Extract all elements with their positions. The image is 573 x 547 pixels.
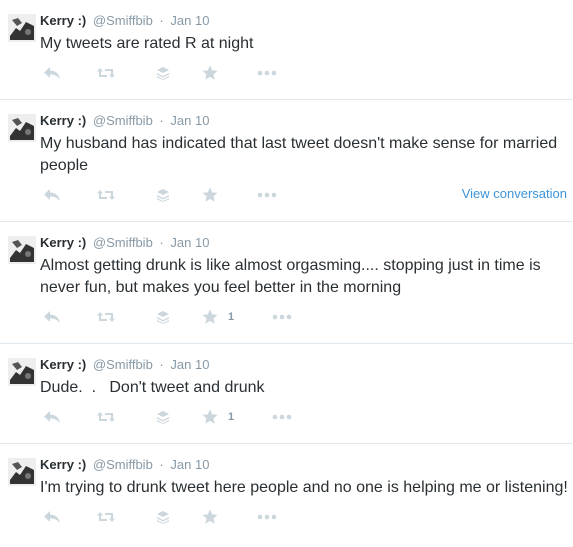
more-dots-icon[interactable] [257, 508, 277, 526]
avatar-photo [8, 114, 36, 142]
favorite-count: 1 [228, 311, 235, 323]
tweet-header: Kerry :) @Smiffbib · Jan 10 [40, 456, 209, 474]
tweet[interactable]: Kerry :) @Smiffbib · Jan 10 Dude. . Don'… [0, 344, 573, 444]
fullname[interactable]: Kerry :) [40, 13, 86, 28]
tweet[interactable]: Kerry :) @Smiffbib · Jan 10 My husband h… [0, 100, 573, 222]
reply-icon[interactable] [43, 186, 61, 204]
tweet-text: My tweets are rated R at night [40, 35, 254, 52]
tweet[interactable]: Kerry :) @Smiffbib · Jan 10 Almost getti… [0, 222, 573, 344]
star-icon[interactable]: 1 [202, 408, 234, 426]
retweet-icon[interactable] [96, 186, 116, 204]
avatar-photo [8, 358, 36, 386]
tweet-header: Kerry :) @Smiffbib · Jan 10 [40, 356, 209, 374]
more-dots-icon[interactable] [257, 186, 277, 204]
stack-icon[interactable] [156, 186, 170, 204]
tweet-actions: 1 [40, 308, 560, 326]
view-conversation-link[interactable]: View conversation [462, 186, 567, 201]
star-icon[interactable]: 1 [202, 308, 234, 326]
avatar[interactable] [8, 458, 36, 486]
reply-icon[interactable] [43, 64, 61, 82]
tweet-text: Dude. . Don't tweet and drunk [40, 379, 265, 396]
avatar[interactable] [8, 236, 36, 264]
favorite-count: 1 [228, 411, 235, 423]
more-dots-icon[interactable] [257, 64, 277, 82]
tweet-header: Kerry :) @Smiffbib · Jan 10 [40, 12, 209, 30]
timestamp[interactable]: Jan 10 [170, 235, 209, 250]
stack-icon[interactable] [156, 308, 170, 326]
tweet-header: Kerry :) @Smiffbib · Jan 10 [40, 112, 209, 130]
timestamp[interactable]: Jan 10 [170, 357, 209, 372]
avatar[interactable] [8, 114, 36, 142]
tweet-actions [40, 64, 560, 82]
avatar-photo [8, 14, 36, 42]
fullname[interactable]: Kerry :) [40, 457, 86, 472]
reply-icon[interactable] [43, 308, 61, 326]
tweet[interactable]: Kerry :) @Smiffbib · Jan 10 My tweets ar… [0, 0, 573, 100]
avatar-photo [8, 236, 36, 264]
tweet-text: I'm trying to drunk tweet here people an… [40, 479, 568, 496]
fullname[interactable]: Kerry :) [40, 235, 86, 250]
separator: · [159, 235, 164, 250]
separator: · [159, 13, 164, 28]
star-icon[interactable] [202, 64, 218, 82]
reply-icon[interactable] [43, 508, 61, 526]
tweet[interactable]: Kerry :) @Smiffbib · Jan 10 I'm trying t… [0, 444, 573, 547]
timestamp[interactable]: Jan 10 [170, 113, 209, 128]
tweet-actions: 1 [40, 408, 560, 426]
tweet-timeline: Kerry :) @Smiffbib · Jan 10 My tweets ar… [0, 0, 573, 547]
tweet-actions [40, 508, 560, 526]
tweet-header: Kerry :) @Smiffbib · Jan 10 [40, 234, 209, 252]
username[interactable]: @Smiffbib [93, 457, 153, 472]
avatar[interactable] [8, 358, 36, 386]
stack-icon[interactable] [156, 64, 170, 82]
retweet-icon[interactable] [96, 308, 116, 326]
timestamp[interactable]: Jan 10 [170, 457, 209, 472]
separator: · [159, 113, 164, 128]
avatar-photo [8, 458, 36, 486]
reply-icon[interactable] [43, 408, 61, 426]
separator: · [159, 357, 164, 372]
star-icon[interactable] [202, 186, 218, 204]
tweet-text: Almost getting drunk is like almost orga… [40, 257, 541, 296]
retweet-icon[interactable] [96, 64, 116, 82]
username[interactable]: @Smiffbib [93, 13, 153, 28]
retweet-icon[interactable] [96, 408, 116, 426]
fullname[interactable]: Kerry :) [40, 357, 86, 372]
tweet-text: My husband has indicated that last tweet… [40, 135, 558, 174]
fullname[interactable]: Kerry :) [40, 113, 86, 128]
username[interactable]: @Smiffbib [93, 113, 153, 128]
stack-icon[interactable] [156, 508, 170, 526]
timestamp[interactable]: Jan 10 [170, 13, 209, 28]
more-dots-icon[interactable] [272, 308, 292, 326]
stack-icon[interactable] [156, 408, 170, 426]
separator: · [159, 457, 164, 472]
retweet-icon[interactable] [96, 508, 116, 526]
username[interactable]: @Smiffbib [93, 235, 153, 250]
avatar[interactable] [8, 14, 36, 42]
username[interactable]: @Smiffbib [93, 357, 153, 372]
more-dots-icon[interactable] [272, 408, 292, 426]
star-icon[interactable] [202, 508, 218, 526]
